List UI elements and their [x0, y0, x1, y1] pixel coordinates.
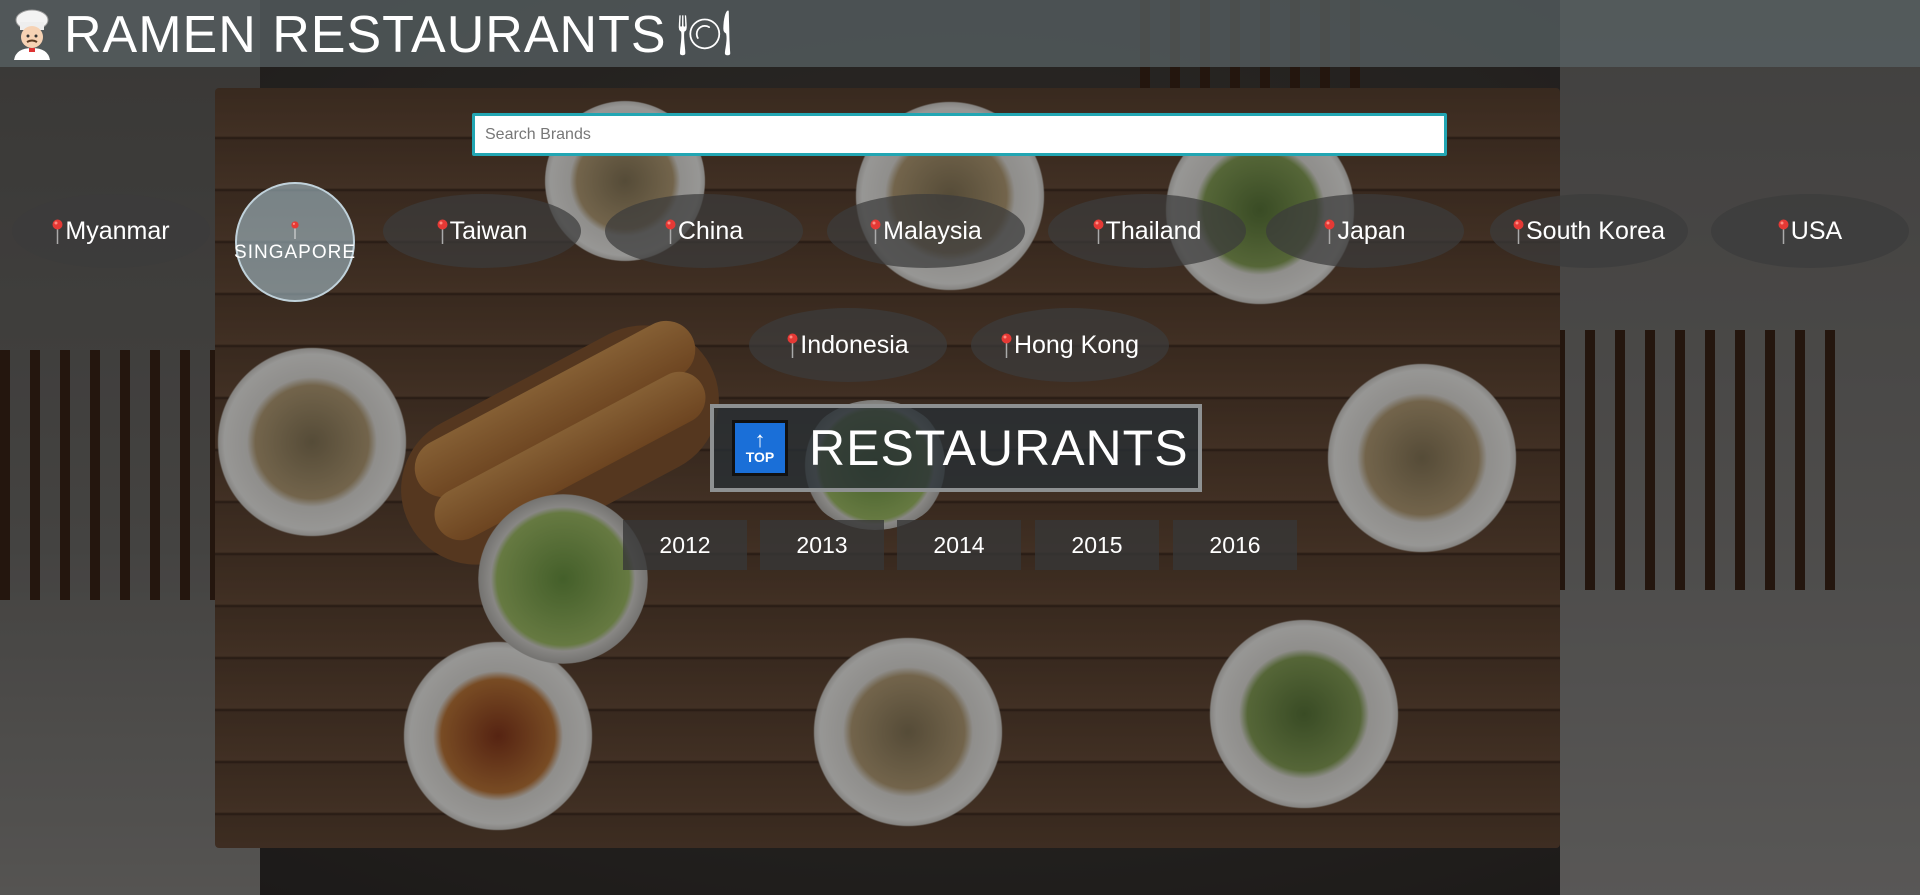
country-tab-indonesia[interactable]: Indonesia: [749, 308, 947, 382]
search-input[interactable]: [472, 113, 1447, 156]
map-pin-icon: [787, 333, 798, 358]
year-tab-2013[interactable]: 2013: [760, 520, 884, 570]
year-tab-2016[interactable]: 2016: [1173, 520, 1297, 570]
country-tab-japan[interactable]: Japan: [1266, 194, 1464, 268]
map-pin-icon: [870, 219, 881, 244]
year-tab-2014[interactable]: 2014: [897, 520, 1021, 570]
map-pin-icon: [291, 220, 299, 239]
map-pin-icon: [1093, 219, 1104, 244]
header-bar: RAMEN RESTAURANTS 🍽: [0, 0, 1920, 67]
scroll-top-label: TOP: [745, 449, 775, 465]
year-tab-label: 2012: [659, 531, 711, 558]
country-tab-singapore[interactable]: SINGAPORE: [234, 182, 356, 302]
country-tab-south-korea[interactable]: South Korea: [1490, 194, 1688, 268]
country-tab-label: Thailand: [1105, 216, 1202, 245]
country-tab-label: Indonesia: [800, 330, 909, 359]
country-tab-taiwan[interactable]: Taiwan: [383, 194, 581, 268]
country-tab-usa[interactable]: USA: [1711, 194, 1909, 268]
country-tab-myanmar[interactable]: Myanmar: [12, 194, 210, 268]
country-tab-hong-kong[interactable]: Hong Kong: [971, 308, 1169, 382]
country-tab-label: SINGAPORE: [234, 241, 356, 263]
year-tab-label: 2016: [1209, 531, 1261, 558]
arrow-up-icon: ↑: [754, 427, 766, 452]
map-pin-icon: [1324, 219, 1335, 244]
country-tab-label: Japan: [1337, 216, 1406, 245]
country-tab-label: USA: [1790, 216, 1843, 245]
page-title: RAMEN RESTAURANTS 🍽: [64, 5, 733, 64]
year-tab-label: 2015: [1071, 531, 1123, 558]
year-tab-2012[interactable]: 2012: [623, 520, 747, 570]
chef-icon: [14, 9, 50, 60]
year-tab-2015[interactable]: 2015: [1035, 520, 1159, 570]
map-pin-icon: [1778, 219, 1789, 244]
year-tab-label: 2013: [796, 531, 848, 558]
map-pin-icon: [437, 219, 448, 244]
country-tab-china[interactable]: China: [605, 194, 803, 268]
page-title-text: RAMEN RESTAURANTS: [64, 6, 667, 64]
map-pin-icon: [1001, 333, 1012, 358]
country-tab-thailand[interactable]: Thailand: [1048, 194, 1246, 268]
country-tab-label: Malaysia: [883, 216, 982, 245]
country-tab-label: Hong Kong: [1013, 330, 1140, 359]
section-title: RESTAURANTS: [809, 420, 1189, 476]
map-pin-icon: [52, 219, 63, 244]
map-pin-icon: [1513, 219, 1524, 244]
country-tab-malaysia[interactable]: Malaysia: [827, 194, 1025, 268]
plate-cutlery-icon: 🍽: [676, 9, 734, 58]
scroll-top-button[interactable]: ↑ TOP: [732, 420, 788, 476]
year-tab-label: 2014: [933, 531, 985, 558]
map-pin-icon: [665, 219, 676, 244]
restaurants-heading: ↑ TOP RESTAURANTS: [710, 404, 1202, 492]
country-tab-label: Myanmar: [65, 216, 170, 245]
country-tab-label: China: [677, 216, 744, 245]
country-tab-label: South Korea: [1526, 216, 1665, 245]
country-tab-label: Taiwan: [449, 216, 528, 245]
